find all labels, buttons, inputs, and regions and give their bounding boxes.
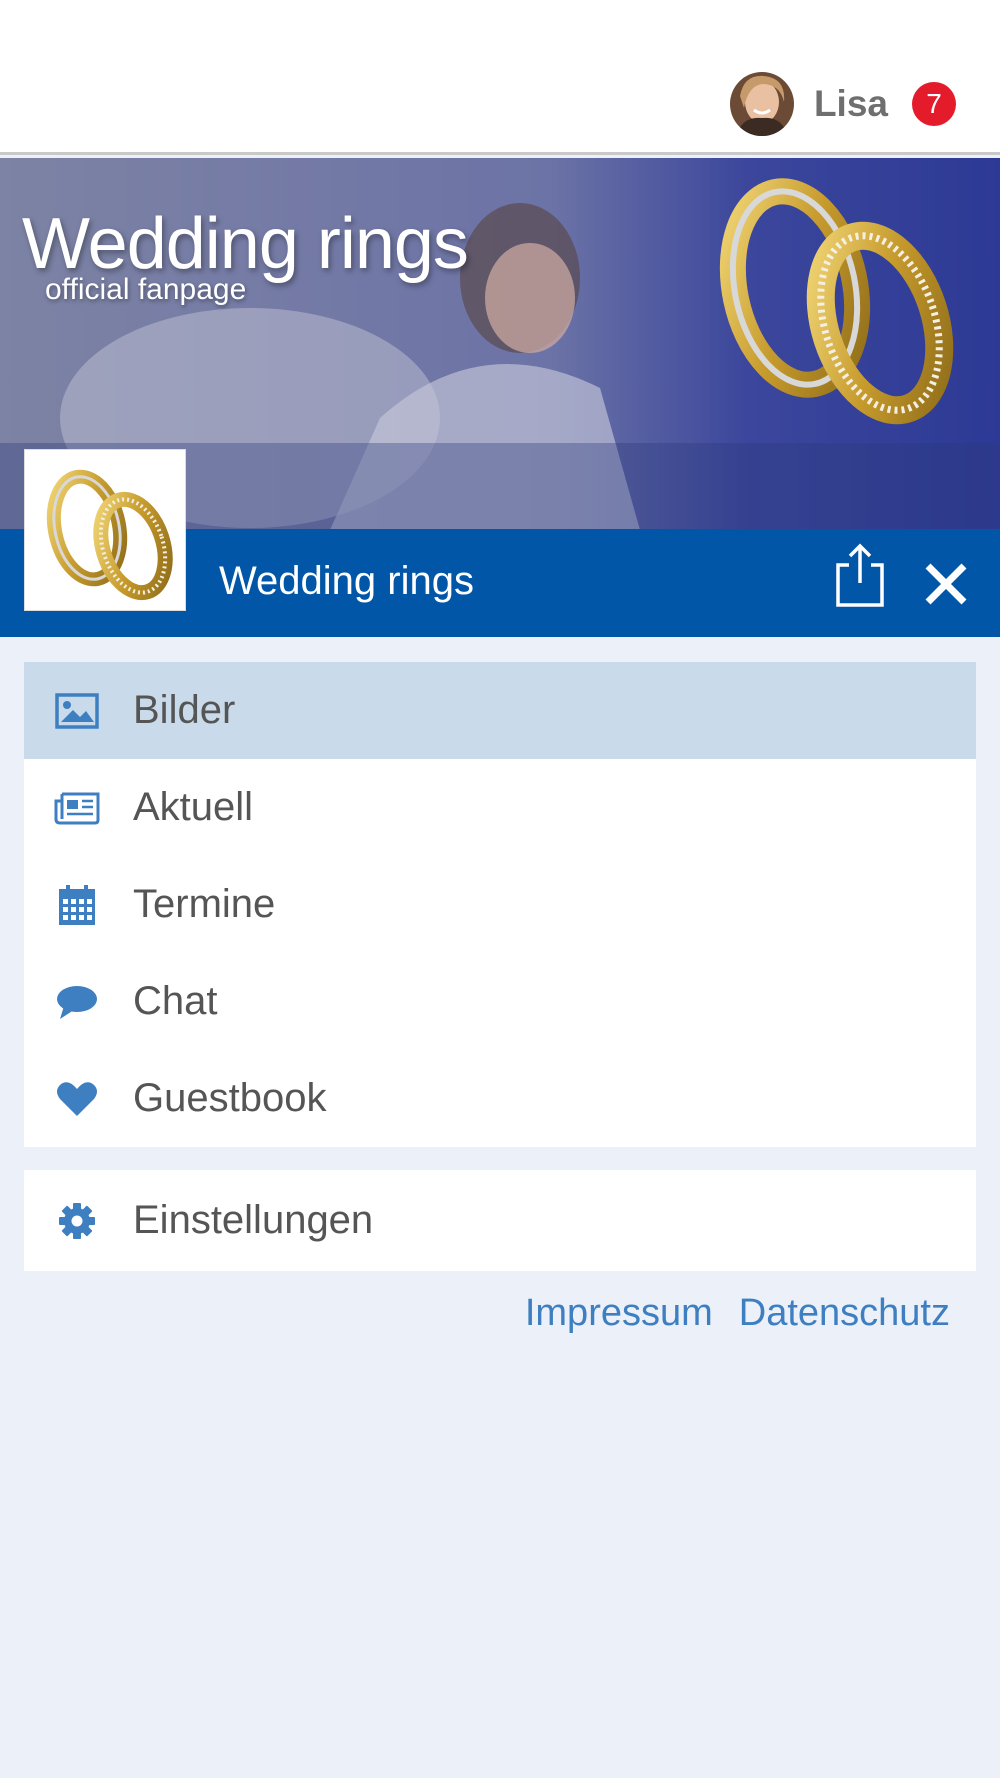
menu-label: Aktuell xyxy=(133,785,254,829)
menu-item-bilder[interactable]: Bilder xyxy=(24,662,976,759)
user-profile[interactable]: Lisa 7 xyxy=(729,72,956,136)
menu-label: Termine xyxy=(133,882,276,926)
gear-icon xyxy=(54,1198,100,1244)
page-title: Wedding rings xyxy=(219,559,474,603)
user-name[interactable]: Lisa xyxy=(814,83,888,125)
close-button[interactable] xyxy=(920,558,972,610)
footer-links: Impressum Datenschutz xyxy=(525,1292,950,1335)
share-button[interactable] xyxy=(832,543,888,609)
menu-item-chat[interactable]: Chat xyxy=(24,953,976,1050)
menu-label: Einstellungen xyxy=(133,1198,374,1242)
menu-item-guestbook[interactable]: Guestbook xyxy=(24,1050,976,1147)
menu-item-termine[interactable]: Termine xyxy=(24,856,976,953)
impressum-link[interactable]: Impressum xyxy=(525,1292,713,1335)
datenschutz-link[interactable]: Datenschutz xyxy=(739,1292,950,1335)
page-logo xyxy=(24,449,186,611)
chat-bubble-icon xyxy=(54,979,100,1025)
image-icon xyxy=(54,688,100,734)
calendar-icon xyxy=(54,882,100,928)
menu-item-aktuell[interactable]: Aktuell xyxy=(24,759,976,856)
share-icon xyxy=(836,543,884,607)
menu-label: Guestbook xyxy=(133,1076,327,1120)
menu-label: Bilder xyxy=(133,688,236,732)
menu-item-einstellungen[interactable]: Einstellungen xyxy=(24,1170,976,1271)
heart-icon xyxy=(54,1076,100,1122)
close-icon xyxy=(925,563,967,605)
notification-badge[interactable]: 7 xyxy=(912,82,956,126)
newspaper-icon xyxy=(54,785,100,831)
avatar[interactable] xyxy=(729,72,794,136)
banner-subtitle: official fanpage xyxy=(45,273,247,306)
top-bar: Lisa 7 xyxy=(0,0,1000,155)
menu-label: Chat xyxy=(133,979,218,1023)
navigation-menu: Bilder Aktuell Termine Chat Guestbook xyxy=(24,662,976,1147)
